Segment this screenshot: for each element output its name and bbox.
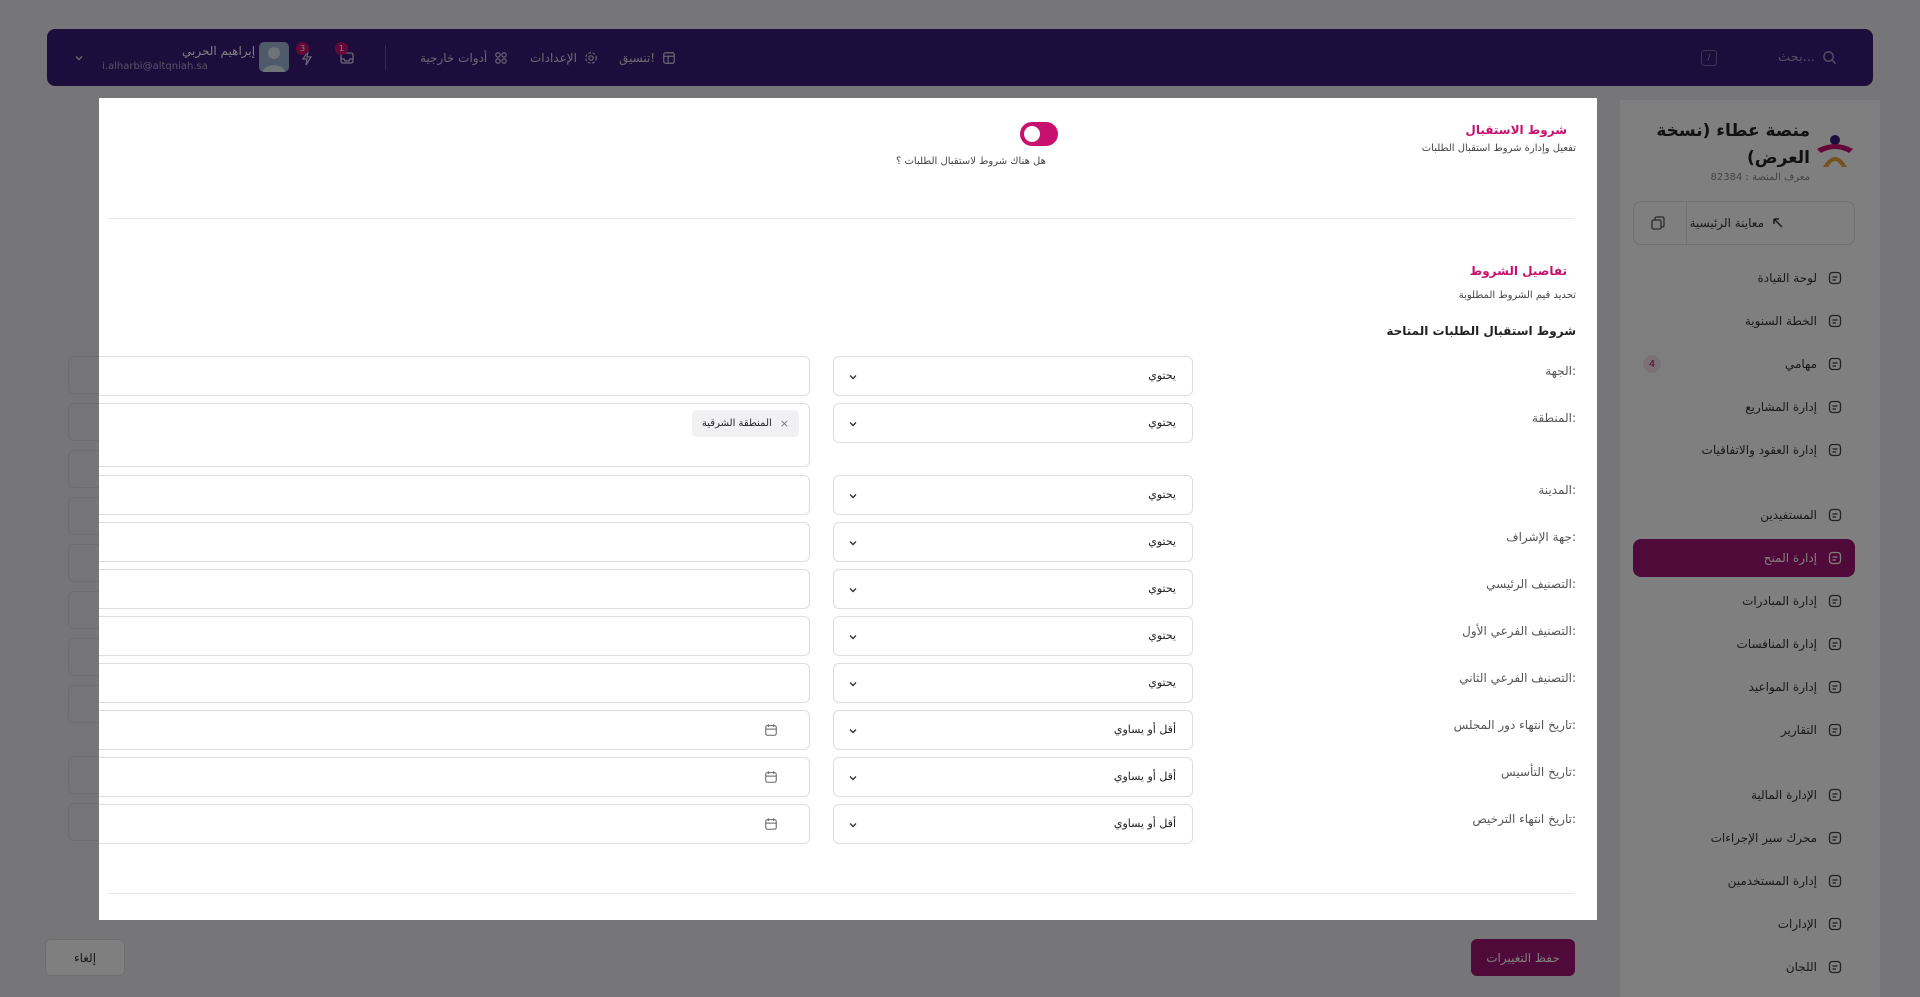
value-input[interactable]: [99, 663, 810, 703]
value-input[interactable]: [99, 522, 810, 562]
condition-label: الجهة:: [1545, 364, 1576, 378]
operator-select[interactable]: يحتوي: [833, 569, 1193, 609]
conditions-question: هل هناك شروط لاستقبال الطلبات ؟: [896, 156, 1046, 167]
details-title: تفاصيل الشروط: [1469, 264, 1567, 278]
details-subtitle: تحديد قيم الشروط المطلوبة: [1458, 290, 1576, 301]
operator-value: يحتوي: [1148, 488, 1176, 501]
tag-remove-icon[interactable]: ×: [780, 417, 789, 430]
chevron-down-icon: [848, 419, 858, 429]
conditions-modal: شروط الاستقبال تفعيل وإدارة شروط استقبال…: [99, 98, 1597, 920]
condition-label: المنطقة:: [1532, 411, 1576, 425]
available-conditions-title: شروط استقبال الطلبات المتاحة: [1386, 324, 1576, 338]
value-input[interactable]: [99, 616, 810, 656]
operator-value: يحتوي: [1148, 582, 1176, 595]
calendar-icon[interactable]: [764, 817, 778, 831]
conditions-toggle[interactable]: [1020, 122, 1058, 146]
chevron-down-icon: [848, 372, 858, 382]
operator-select[interactable]: يحتوي: [833, 403, 1193, 443]
value-input[interactable]: [99, 356, 810, 396]
operator-select[interactable]: يحتوي: [833, 616, 1193, 656]
calendar-icon[interactable]: [764, 770, 778, 784]
operator-select[interactable]: أقل أو يساوي: [833, 710, 1193, 750]
operator-value: أقل أو يساوي: [1113, 770, 1176, 783]
reception-title: شروط الاستقبال: [1465, 123, 1567, 137]
value-input[interactable]: [99, 475, 810, 515]
date-input[interactable]: [99, 757, 810, 797]
calendar-icon[interactable]: [764, 723, 778, 737]
condition-label: المدينة:: [1538, 483, 1576, 497]
condition-label: التصنيف الفرعي الأول:: [1462, 624, 1576, 638]
chevron-down-icon: [848, 726, 858, 736]
toggle-knob: [1024, 126, 1040, 142]
tags-input[interactable]: المنطقة الشرقية ×: [99, 403, 810, 467]
reception-subtitle: تفعيل وإدارة شروط استقبال الطلبات: [1421, 143, 1576, 154]
operator-select[interactable]: يحتوي: [833, 663, 1193, 703]
operator-select[interactable]: يحتوي: [833, 522, 1193, 562]
operator-value: يحتوي: [1148, 416, 1176, 429]
condition-label: التصنيف الرئيسي:: [1486, 577, 1576, 591]
chevron-down-icon: [848, 538, 858, 548]
chevron-down-icon: [848, 773, 858, 783]
operator-select[interactable]: أقل أو يساوي: [833, 757, 1193, 797]
condition-label: التصنيف الفرعي الثاني:: [1459, 671, 1576, 685]
chevron-down-icon: [848, 632, 858, 642]
selected-tag: المنطقة الشرقية ×: [691, 410, 799, 437]
operator-select[interactable]: يحتوي: [833, 475, 1193, 515]
chevron-down-icon: [848, 585, 858, 595]
tag-label: المنطقة الشرقية: [701, 418, 772, 429]
operator-value: يحتوي: [1148, 535, 1176, 548]
operator-select[interactable]: يحتوي: [833, 356, 1193, 396]
operator-value: يحتوي: [1148, 676, 1176, 689]
operator-select[interactable]: أقل أو يساوي: [833, 804, 1193, 844]
date-input[interactable]: [99, 804, 810, 844]
value-input[interactable]: [99, 569, 810, 609]
operator-value: أقل أو يساوي: [1113, 817, 1176, 830]
section-divider: [108, 218, 1574, 219]
date-input[interactable]: [99, 710, 810, 750]
chevron-down-icon: [848, 820, 858, 830]
chevron-down-icon: [848, 491, 858, 501]
bottom-divider: [108, 893, 1574, 894]
condition-label: تاريخ انتهاء الترخيص:: [1472, 812, 1576, 826]
operator-value: يحتوي: [1148, 629, 1176, 642]
condition-label: جهة الإشراف:: [1506, 530, 1576, 544]
operator-value: يحتوي: [1148, 369, 1176, 382]
condition-label: تاريخ انتهاء دور المجلس:: [1453, 718, 1576, 732]
condition-label: تاريخ التأسيس:: [1501, 765, 1576, 779]
chevron-down-icon: [848, 679, 858, 689]
operator-value: أقل أو يساوي: [1113, 723, 1176, 736]
